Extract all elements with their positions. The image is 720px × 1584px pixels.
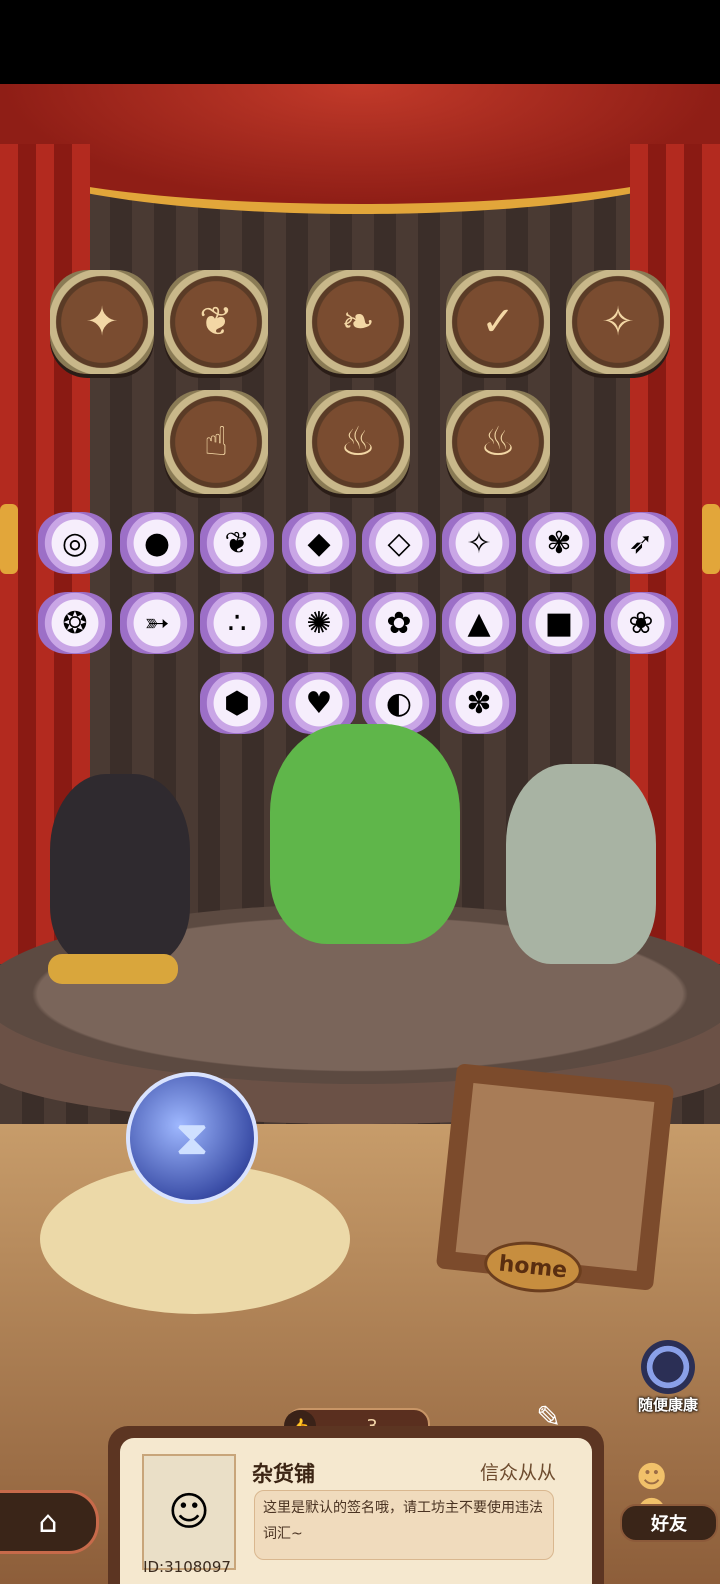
friends-button[interactable]: ☻☻ 好友 (618, 1460, 718, 1544)
alchemist-character[interactable] (506, 764, 656, 964)
quill-edit-icon[interactable]: ✎ (536, 1400, 606, 1440)
avatar[interactable]: ☺ (142, 1454, 236, 1570)
herb-icon[interactable]: ❦ (200, 512, 274, 574)
cauldron-icon[interactable]: ♨ (306, 390, 410, 494)
profile-card-inner: ☺ ID:3108097 杂货铺 信众从从 这里是默认的签名哦，请工坊主不要使用… (120, 1438, 592, 1584)
white-flower-icon[interactable]: ❀ (604, 592, 678, 654)
crystal-icon[interactable]: ✧ (442, 512, 516, 574)
friends-icon: ☻☻ (636, 1460, 668, 1530)
curtain-valance (0, 84, 720, 214)
golden-key-icon[interactable] (48, 954, 178, 984)
tomato-icon[interactable]: ● (120, 512, 194, 574)
feather-icon[interactable]: ➶ (604, 512, 678, 574)
seeds-icon[interactable]: ∴ (200, 592, 274, 654)
heart-icon[interactable]: ❧ (306, 270, 410, 374)
rainbow-feather-icon[interactable]: ➳ (120, 592, 194, 654)
purple-flower-icon[interactable]: ✿ (362, 592, 436, 654)
honeycomb-icon[interactable]: ⬢ (200, 672, 274, 734)
scroll-check-icon[interactable]: ✓ (446, 270, 550, 374)
witch-character[interactable] (50, 774, 190, 964)
salt-icon[interactable]: ◇ (362, 512, 436, 574)
user-id: ID:3108097 (143, 1558, 231, 1576)
curtain-tassel-right (702, 504, 720, 574)
cauldron-sparkle-icon[interactable]: ♨ (446, 390, 550, 494)
stage-scene: ✦ ❦ ❧ ✓ ✧ ☝ ♨ ♨ ◎ ● ❦ ◆ ◇ ✧ ✾ ➶ ❂ ➳ ∴ ✺ … (0, 84, 720, 1584)
status-bar-area (0, 0, 720, 84)
bread-icon[interactable]: ■ (522, 592, 596, 654)
cauldron-picture (455, 1082, 655, 1272)
maid-character[interactable] (270, 724, 460, 944)
fairy-icon[interactable]: ✧ (566, 270, 670, 374)
portal-icon (641, 1340, 695, 1394)
random-visit-button[interactable]: 随便康康 (628, 1340, 708, 1420)
coral-icon[interactable]: ✺ (282, 592, 356, 654)
crystal-ball-hourglass-icon[interactable]: ⧗ (126, 1072, 258, 1204)
mirror-icon[interactable]: ◎ (38, 512, 112, 574)
leaf-swirl-icon[interactable]: ❦ (164, 270, 268, 374)
friends-label: 好友 (620, 1504, 718, 1542)
blue-orb-icon[interactable]: ❂ (38, 592, 112, 654)
lava-rock-icon[interactable]: ▲ (442, 592, 516, 654)
role-label: 信众从从 (479, 1462, 556, 1484)
home-button[interactable]: ⌂ (0, 1490, 99, 1554)
house-icon: ⌂ (38, 1504, 58, 1540)
signature-text[interactable]: 这里是默认的签名哦，请工坊主不要使用违法词汇~ (254, 1490, 554, 1560)
book-icon[interactable]: ✦ (50, 270, 154, 374)
random-visit-label: 随便康康 (637, 1396, 698, 1414)
hand-plant-icon[interactable]: ☝ (164, 390, 268, 494)
coal-icon[interactable]: ◆ (282, 512, 356, 574)
profile-card: ☺ ID:3108097 杂货铺 信众从从 这里是默认的签名哦，请工坊主不要使用… (108, 1426, 604, 1584)
curtain-tassel-left (0, 504, 18, 574)
blue-flower-icon[interactable]: ✽ (442, 672, 516, 734)
wheat-icon[interactable]: ✾ (522, 512, 596, 574)
shop-name: 杂货铺 (252, 1462, 315, 1486)
